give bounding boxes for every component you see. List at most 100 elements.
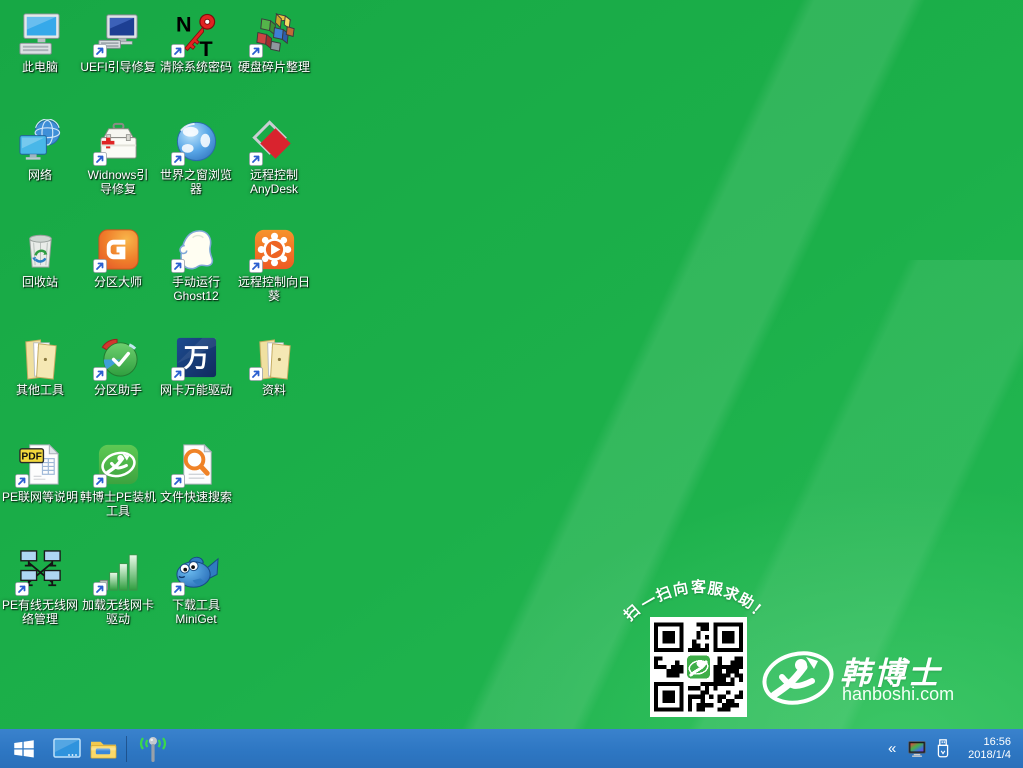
- shortcut-arrow-icon: [93, 152, 107, 166]
- desktop-icon-this-pc[interactable]: 此电脑: [0, 8, 80, 74]
- diskg-icon: [78, 223, 158, 273]
- desktop-icon-label: UEFI引导修复: [78, 60, 158, 74]
- desktop-icon-label: 清除系统密码: [156, 60, 236, 74]
- usb-drive-icon: [934, 738, 952, 760]
- svg-text:PDF: PDF: [21, 452, 42, 463]
- desktop-icon-hanboshi-pe-installer[interactable]: 韩博士PE装机 工具: [78, 438, 158, 518]
- shortcut-arrow-icon: [249, 259, 263, 273]
- qr-caption-char: 求: [721, 581, 742, 606]
- desktop-icon-sunlogin-remote[interactable]: 远程控制向日 葵: [234, 223, 314, 303]
- desktop-icon-label: 下载工具 MiniGet: [156, 598, 236, 626]
- desktop-icon-windows-boot-repair[interactable]: Widnows引 导修复: [78, 116, 158, 196]
- shortcut-arrow-icon: [93, 367, 107, 381]
- svg-text:万: 万: [183, 344, 208, 372]
- desktop-icon-miniget-downloader[interactable]: 下载工具 MiniGet: [156, 546, 236, 626]
- desktop-icon-world-window-browser[interactable]: 世界之窗浏览 器: [156, 116, 236, 196]
- support-qr-code: [650, 617, 747, 717]
- desktop-icon-label: 分区大师: [78, 275, 158, 289]
- desktop-icon-label: 网卡万能驱动: [156, 383, 236, 397]
- tray-date: 2018/1/4: [968, 749, 1011, 762]
- desktop-icon-run-ghost12[interactable]: 手动运行 Ghost12: [156, 223, 236, 303]
- shortcut-arrow-icon: [93, 259, 107, 273]
- qr-caption-char: 向: [671, 577, 690, 600]
- desktop-icon-fast-file-search[interactable]: 文件快速搜索: [156, 438, 236, 504]
- windows-logo-icon: [11, 736, 37, 762]
- ntkey-icon: NT: [156, 8, 236, 58]
- desktop-icon-data-folder[interactable]: 资料: [234, 331, 314, 397]
- start-button[interactable]: [0, 729, 48, 768]
- shortcut-arrow-icon: [249, 152, 263, 166]
- shortcut-arrow-icon: [171, 152, 185, 166]
- tray-expand-chevron[interactable]: «: [880, 740, 904, 757]
- taskbar-pinned-display-button[interactable]: [48, 729, 85, 768]
- shortcut-arrow-icon: [15, 474, 29, 488]
- computer-icon: [0, 8, 80, 58]
- desktop-icon-recycle-bin[interactable]: 回收站: [0, 223, 80, 289]
- fish-icon: [156, 546, 236, 596]
- shortcut-arrow-icon: [93, 474, 107, 488]
- desktop-icon-label: 分区助手: [78, 383, 158, 397]
- qr-caption-char: 服: [707, 577, 725, 600]
- shortcut-arrow-icon: [93, 582, 107, 596]
- searchdoc-icon: [156, 438, 236, 488]
- desktop-icon-partition-master[interactable]: 分区大师: [78, 223, 158, 289]
- desktop-icon-label: 资料: [234, 383, 314, 397]
- shortcut-arrow-icon: [171, 367, 185, 381]
- desktop-icon-label: 韩博士PE装机 工具: [78, 490, 158, 518]
- desktop-icon-load-wifi-driver[interactable]: 加载无线网卡 驱动: [78, 546, 158, 626]
- hanboshi-icon: [78, 438, 158, 488]
- shortcut-arrow-icon: [171, 474, 185, 488]
- toolbox-icon: [78, 116, 158, 166]
- qr-caption-char: 助: [735, 588, 758, 614]
- anydesk-icon: [234, 116, 314, 166]
- desktop-icon-clear-password[interactable]: NT 清除系统密码: [156, 8, 236, 74]
- tray-clock[interactable]: 16:56 2018/1/4: [964, 736, 1015, 762]
- folder-icon: [0, 331, 80, 381]
- svg-text:T: T: [199, 37, 212, 58]
- desktop-icon-network[interactable]: 网络: [0, 116, 80, 182]
- taskbar: « 16:56: [0, 729, 1023, 768]
- netglobe-icon: [0, 116, 80, 166]
- desktop-icon-label: Widnows引 导修复: [78, 168, 158, 196]
- desktop-icon-label: PE联网等说明: [0, 490, 80, 504]
- taskbar-file-explorer-button[interactable]: [85, 729, 122, 768]
- shortcut-arrow-icon: [93, 44, 107, 58]
- shortcut-arrow-icon: [171, 582, 185, 596]
- desktop: 此电脑 UEFI引导修复 NT 清除系统密码 硬盘碎片整理 网络 Widnows…: [0, 0, 1023, 768]
- system-tray: « 16:56: [880, 729, 1023, 768]
- qr-caption-char: ！: [747, 599, 772, 625]
- qr-caption-char: 一: [637, 589, 661, 615]
- desktop-icon-label: 加载无线网卡 驱动: [78, 598, 158, 626]
- desktop-icon-pe-lan-wlan-manager[interactable]: PE有线无线网 络管理: [0, 546, 80, 626]
- pdf-icon: PDF: [0, 438, 80, 488]
- bars-icon: [78, 546, 158, 596]
- blue-screen-icon: [52, 736, 82, 762]
- qr-caption-char: 扫: [653, 581, 675, 606]
- desktop-icon-anydesk-remote[interactable]: 远程控制 AnyDesk: [234, 116, 314, 196]
- desktop-icon-disk-defrag[interactable]: 硬盘碎片整理: [234, 8, 314, 74]
- qr-caption-char: 客: [691, 576, 707, 598]
- shortcut-arrow-icon: [171, 44, 185, 58]
- desktop-icon-label: 远程控制向日 葵: [234, 275, 314, 303]
- folder-explorer-icon: [89, 736, 118, 761]
- antenna-signal-icon: [136, 734, 170, 764]
- ghost-icon: [156, 223, 236, 273]
- desktop-icon-universal-nic-driver[interactable]: 万 网卡万能驱动: [156, 331, 236, 397]
- desktop-icon-uefi-boot-repair[interactable]: UEFI引导修复: [78, 8, 158, 74]
- desktop-icon-label: 此电脑: [0, 60, 80, 74]
- tray-display-icon[interactable]: [904, 729, 930, 768]
- tray-usb-icon[interactable]: [930, 729, 956, 768]
- qr-caption-char: 扫: [619, 600, 644, 626]
- wireless-antenna-button[interactable]: [133, 729, 173, 768]
- lan-icon: [0, 546, 80, 596]
- hanboshi-logo-icon: [760, 643, 836, 713]
- recycle-icon: [0, 223, 80, 273]
- brand-domain: hanboshi.com: [842, 684, 954, 705]
- shortcut-arrow-icon: [171, 259, 185, 273]
- desktop-icon-other-tools[interactable]: 其他工具: [0, 331, 80, 397]
- taskbar-divider: [126, 736, 127, 762]
- wan-icon: 万: [156, 331, 236, 381]
- desktop-icon-pe-network-readme[interactable]: PDF PE联网等说明: [0, 438, 80, 504]
- desktop-icon-partition-assistant[interactable]: 分区助手: [78, 331, 158, 397]
- desktop-icon-label: 世界之窗浏览 器: [156, 168, 236, 196]
